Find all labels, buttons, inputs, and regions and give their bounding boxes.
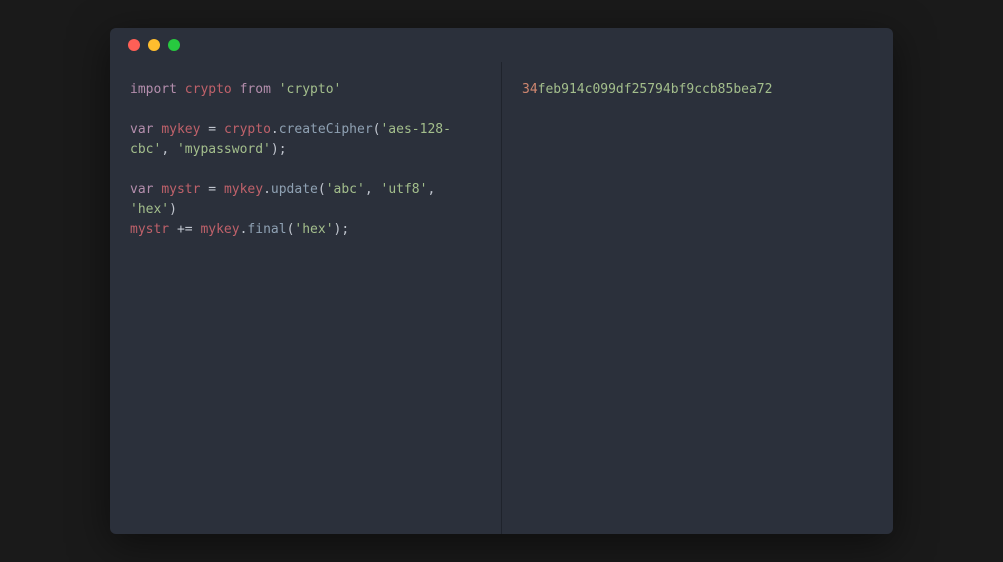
split-panes: import crypto from 'crypto' var mykey = … <box>110 62 893 534</box>
output-content: 34feb914c099df25794bf9ccb85bea72 <box>522 80 873 100</box>
token-op: , <box>365 182 373 197</box>
token-str: 'crypto' <box>279 82 342 97</box>
titlebar <box>110 28 893 62</box>
token-fn: final <box>247 222 286 237</box>
token-op: ; <box>341 222 349 237</box>
token-var: crypto <box>224 122 271 137</box>
token-str: 'utf8' <box>381 182 428 197</box>
token-kw: from <box>240 82 271 97</box>
output-hex: feb914c099df25794bf9ccb85bea72 <box>538 82 773 97</box>
token-fn: update <box>271 182 318 197</box>
token-kw: var <box>130 122 153 137</box>
code-content: import crypto from 'crypto' var mykey = … <box>130 80 481 240</box>
token-var: mystr <box>130 222 169 237</box>
token-op: = <box>208 182 216 197</box>
token-str: 'abc' <box>326 182 365 197</box>
token-var: mykey <box>161 122 200 137</box>
token-op: , <box>161 142 169 157</box>
token-op: ) <box>271 142 279 157</box>
output-prefix: 34 <box>522 82 538 97</box>
zoom-icon[interactable] <box>168 39 180 51</box>
token-var: crypto <box>185 82 232 97</box>
token-var: mykey <box>200 222 239 237</box>
editor-window: import crypto from 'crypto' var mykey = … <box>110 28 893 534</box>
output-pane: 34feb914c099df25794bf9ccb85bea72 <box>502 62 893 534</box>
token-fn: createCipher <box>279 122 373 137</box>
token-op: = <box>208 122 216 137</box>
token-op: += <box>177 222 193 237</box>
token-op: . <box>271 122 279 137</box>
token-op: . <box>263 182 271 197</box>
token-str: 'mypassword' <box>177 142 271 157</box>
token-op: , <box>427 182 435 197</box>
token-var: mystr <box>161 182 200 197</box>
minimize-icon[interactable] <box>148 39 160 51</box>
token-kw: var <box>130 182 153 197</box>
token-var: mykey <box>224 182 263 197</box>
token-str: 'hex' <box>130 202 169 217</box>
token-kw: import <box>130 82 177 97</box>
token-str: 'hex' <box>294 222 333 237</box>
token-op: ; <box>279 142 287 157</box>
token-op: ) <box>169 202 177 217</box>
token-op: ( <box>318 182 326 197</box>
code-pane[interactable]: import crypto from 'crypto' var mykey = … <box>110 62 502 534</box>
close-icon[interactable] <box>128 39 140 51</box>
